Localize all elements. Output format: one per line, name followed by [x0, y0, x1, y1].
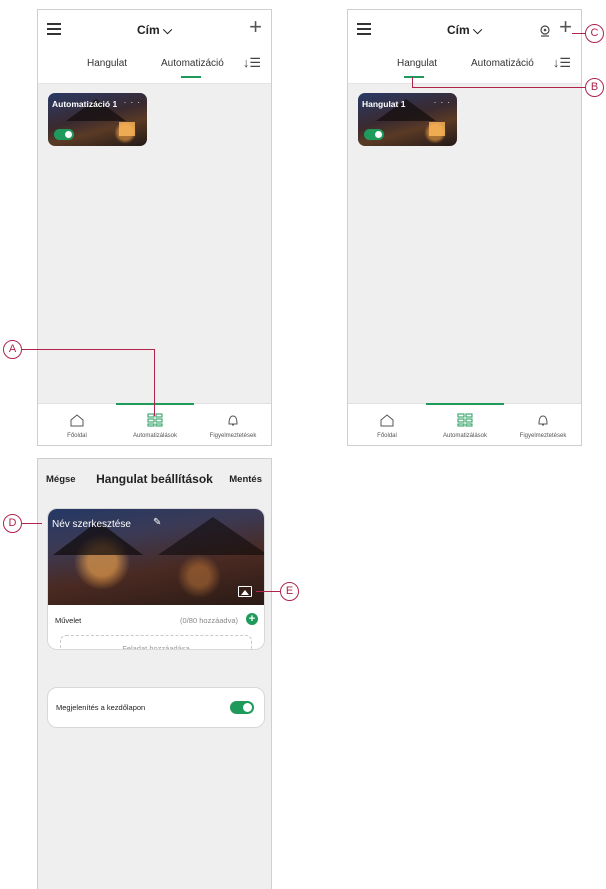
save-button[interactable]: Mentés [229, 474, 262, 485]
show-on-home-row: Megjelenítés a kezdőlapon [47, 687, 265, 728]
nav-home-label: Főoldal [377, 433, 397, 439]
nav-automations[interactable]: Automatizálások [426, 404, 504, 445]
camera-icon[interactable] [539, 25, 551, 37]
callout-a: A [3, 340, 22, 359]
callout-line [256, 591, 280, 592]
grid-icon [147, 413, 163, 427]
pencil-icon[interactable]: ✎ [153, 517, 161, 528]
more-icon[interactable]: · · · [434, 98, 451, 107]
add-icon[interactable]: + [249, 15, 262, 39]
scene-screen: Cím ⌵ + Hangulat Automatizáció ↓☰ Hangul… [347, 9, 582, 446]
house-window [119, 122, 135, 136]
scene-edit-card: Név szerkesztése ✎ Művelet (0/80 hozzáad… [47, 508, 265, 650]
nav-automations-label: Automatizálások [132, 433, 178, 439]
tab-automation[interactable]: Automatizáció [161, 58, 224, 69]
scene-settings-screen: Mégse Hangulat beállítások Mentés Név sz… [37, 458, 272, 889]
sort-icon[interactable]: ↓☰ [243, 55, 261, 71]
callout-b: B [585, 78, 604, 97]
nav-alerts[interactable]: Figyelmeztetések [504, 404, 581, 445]
home-icon [70, 414, 84, 427]
home-icon [380, 414, 394, 427]
callout-line [572, 33, 585, 34]
sort-icon[interactable]: ↓☰ [553, 55, 571, 71]
action-label: Művelet [55, 616, 82, 625]
card-toggle[interactable] [364, 129, 384, 140]
nav-automations[interactable]: Automatizálások [116, 404, 194, 445]
location-title[interactable]: Cím ⌵ [38, 23, 271, 38]
callout-e: E [280, 582, 299, 601]
add-action-icon[interactable]: + [246, 613, 258, 625]
add-task-button[interactable]: Feladat hozzáadása [60, 635, 252, 649]
tab-automation[interactable]: Automatizáció [471, 58, 534, 69]
edit-name-button[interactable]: Név szerkesztése [52, 519, 131, 530]
active-tab-indicator [181, 76, 201, 78]
callout-d: D [3, 514, 22, 533]
show-on-home-label: Megjelenítés a kezdőlapon [56, 703, 146, 712]
add-icon[interactable]: + [559, 15, 572, 39]
nav-home-label: Főoldal [67, 433, 87, 439]
automation-card[interactable]: Automatizáció 1 · · · [48, 93, 147, 146]
nav-automations-label: Automatizálások [442, 433, 488, 439]
active-tab-indicator [404, 76, 424, 78]
callout-line [21, 523, 42, 524]
bell-icon [538, 415, 548, 426]
callout-c: C [585, 24, 604, 43]
card-title: Hangulat 1 [362, 99, 406, 109]
scene-image: Név szerkesztése ✎ [48, 509, 264, 605]
action-count: (0/80 hozzáadva) [180, 616, 238, 625]
nav-alerts-label: Figyelmeztetések [209, 433, 257, 439]
card-title: Automatizáció 1 [52, 99, 118, 109]
header: Mégse Hangulat beállítások Mentés [38, 459, 271, 499]
card-toggle[interactable] [54, 129, 74, 140]
more-icon[interactable]: · · · [124, 98, 141, 107]
callout-line [154, 349, 155, 416]
nav-home[interactable]: Főoldal [38, 404, 116, 445]
show-on-home-toggle[interactable] [230, 701, 254, 714]
image-icon[interactable] [238, 586, 252, 597]
header: Cím ⌵ + Hangulat Automatizáció ↓☰ [348, 10, 581, 84]
tab-scene[interactable]: Hangulat [87, 58, 127, 69]
callout-line [21, 349, 155, 350]
grid-icon [457, 413, 473, 427]
header: Cím ⌵ + Hangulat Automatizáció ↓☰ [38, 10, 271, 84]
house-roof [158, 517, 264, 555]
tab-scene[interactable]: Hangulat [397, 58, 437, 69]
scene-card[interactable]: Hangulat 1 · · · [358, 93, 457, 146]
nav-alerts-label: Figyelmeztetések [519, 433, 567, 439]
nav-home[interactable]: Főoldal [348, 404, 426, 445]
house-window [429, 122, 445, 136]
callout-line [412, 77, 413, 87]
bottom-nav: Főoldal Automatizálások Figyelmeztetések [348, 403, 581, 445]
nav-alerts[interactable]: Figyelmeztetések [194, 404, 271, 445]
bell-icon [228, 415, 238, 426]
callout-line [412, 87, 585, 88]
